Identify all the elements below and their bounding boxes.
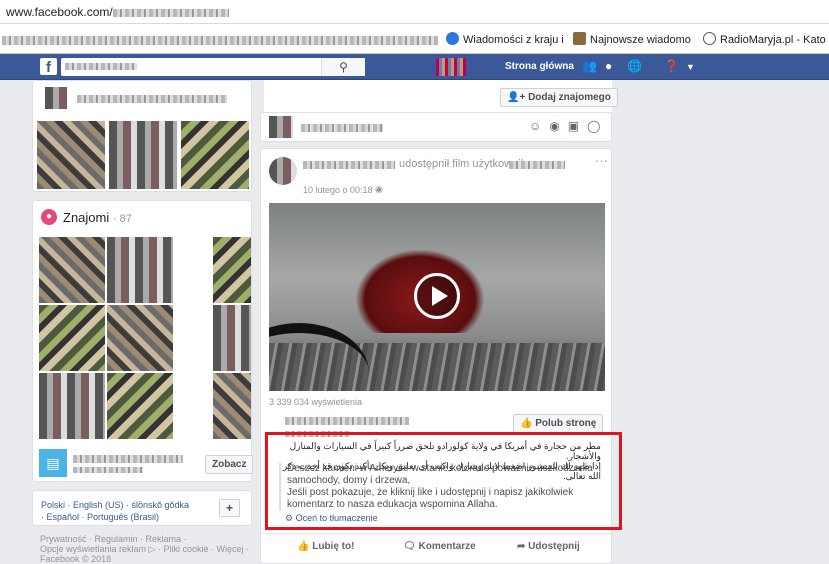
address-bar[interactable]: www.facebook.com/ — [0, 0, 829, 24]
footer-line[interactable]: Opcje wyświetlania reklam ▷ · Pliki cook… — [40, 544, 250, 554]
notifications-icon[interactable]: 🌐 — [627, 59, 642, 73]
comment-button[interactable]: 🗨 Komentarze — [403, 541, 476, 552]
friend-photo[interactable] — [107, 237, 173, 303]
friend-photo[interactable] — [39, 373, 105, 439]
like-button[interactable]: 👍 Lubię to! — [297, 541, 354, 552]
help-icon[interactable]: ❓ — [664, 59, 679, 73]
divider — [261, 533, 611, 534]
page-icon: ▤ — [39, 449, 67, 477]
friend-photo[interactable] — [39, 305, 105, 371]
facebook-top-bar: f ⚲ Strona główna 👥 ● 🌐 ❓ ▼ — [0, 54, 829, 80]
blurred-search-text — [65, 63, 137, 70]
blurred-url-path — [112, 8, 229, 17]
more-options-icon[interactable]: ··· — [595, 153, 608, 168]
language-card: Polski · English (US) · ślōnskŏ gŏdka · … — [32, 490, 252, 526]
share-button[interactable]: ➦ Udostępnij — [517, 541, 580, 552]
highlight-box — [265, 432, 622, 530]
profile-picture[interactable] — [45, 87, 67, 109]
add-friend-button[interactable]: 👤+ Dodaj znajomego — [500, 88, 618, 107]
messages-icon[interactable]: ● — [605, 59, 612, 73]
news-icon — [573, 32, 586, 45]
bookmark-najnowsze[interactable]: Najnowsze wiadomo — [573, 32, 691, 46]
see-button[interactable]: Zobacz — [205, 455, 254, 474]
search-icon[interactable]: ⚲ — [321, 58, 365, 76]
photo-thumbnail[interactable] — [37, 121, 105, 189]
blurred-poster-name — [303, 161, 395, 169]
add-language-button[interactable]: + — [219, 499, 241, 517]
footer-links: Prywatność · Regulamin · Reklama · Opcje… — [40, 534, 250, 564]
friend-photo[interactable] — [39, 237, 105, 303]
blurred-profile-name — [77, 95, 227, 103]
friends-card: ● Znajomi · 87 ▤ Zobacz — [32, 200, 254, 482]
friend-photo[interactable] — [213, 237, 251, 303]
profile-intro-card — [32, 80, 252, 192]
composer-icons[interactable]: ☺◉▣◯ — [529, 119, 609, 133]
facebook-logo[interactable]: f — [40, 58, 57, 76]
friend-photo[interactable] — [213, 305, 251, 371]
url-text[interactable]: www.facebook.com/ — [6, 5, 229, 19]
like-page-button[interactable]: 👍 Polub stronę — [513, 414, 604, 433]
post-date[interactable]: 10 lutego o 00:18 · — [303, 185, 378, 195]
blurred-bookmarks — [2, 36, 438, 45]
avatar[interactable] — [269, 157, 297, 185]
language-links[interactable]: Polski · English (US) · ślōnskŏ gŏdka · … — [41, 499, 191, 523]
profile-action-bar: 👤+ Dodaj znajomego — [264, 80, 618, 112]
footer-line[interactable]: Prywatność · Regulamin · Reklama · — [40, 534, 250, 544]
friend-photo[interactable] — [107, 305, 173, 371]
photo-thumbnail[interactable] — [181, 121, 249, 189]
friend-requests-icon[interactable]: 👥 — [582, 59, 597, 73]
friend-photo[interactable] — [213, 373, 251, 439]
blurred-page-name — [285, 417, 409, 425]
friend-photo[interactable] — [107, 373, 173, 439]
video-mirror — [269, 323, 369, 391]
friends-title[interactable]: Znajomi · 87 — [63, 210, 132, 225]
bookmarks-bar: Wiadomości z kraju i Najnowsze wiadomo R… — [0, 24, 829, 54]
chevron-down-icon[interactable]: ▼ — [686, 62, 695, 72]
video-player[interactable] — [269, 203, 605, 391]
blurred-suggestion-name — [73, 455, 183, 463]
globe-icon: ◉ — [375, 184, 383, 194]
search-input[interactable]: ⚲ — [61, 58, 365, 76]
blurred-original-author — [509, 161, 565, 169]
radio-icon — [703, 32, 716, 45]
play-icon[interactable] — [414, 273, 460, 319]
footer-line: Facebook © 2018 — [40, 554, 112, 564]
post-composer[interactable]: ☺◉▣◯ — [260, 112, 612, 142]
bookmark-radiomaryja[interactable]: RadioMaryja.pl - Kato — [703, 32, 826, 46]
avatar — [269, 116, 293, 138]
avatar[interactable] — [436, 58, 466, 76]
blurred-suggestion-text — [73, 467, 143, 473]
friends-icon: ● — [41, 209, 57, 225]
home-link[interactable]: Strona główna — [505, 61, 574, 72]
views-count: 3 339 034 wyświetlenia — [269, 397, 363, 407]
blurred-composer-text — [301, 124, 383, 132]
bookmark-wiadomosci[interactable]: Wiadomości z kraju i — [446, 32, 564, 46]
photo-thumbnail[interactable] — [109, 121, 177, 189]
globe-icon — [446, 32, 459, 45]
